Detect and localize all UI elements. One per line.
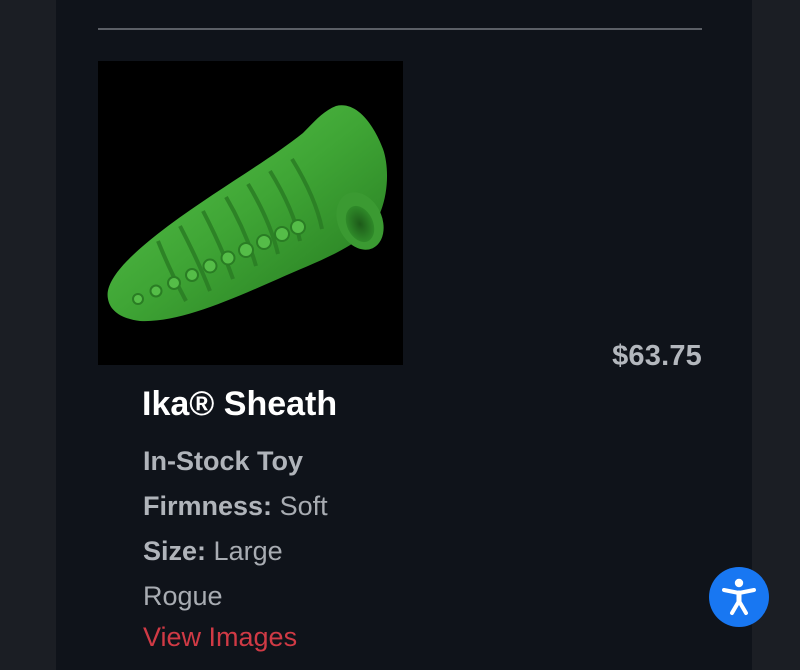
size-label: Size: [143, 536, 207, 566]
accessibility-person-icon [722, 578, 756, 615]
accessibility-button[interactable] [709, 567, 769, 627]
product-title[interactable]: Ika® Sheath [142, 385, 337, 424]
view-images-link[interactable]: View Images [143, 622, 297, 653]
firmness-label: Firmness: [143, 491, 273, 521]
green-tentacle-sheath-picture [107, 105, 388, 322]
size-value: Large [213, 536, 283, 566]
section-divider [98, 28, 702, 30]
firmness-row: Firmness: Soft [143, 491, 328, 522]
brand-name: Rogue [143, 581, 223, 611]
product-price: $63.75 [612, 340, 702, 372]
left-gutter [0, 0, 56, 670]
firmness-value: Soft [279, 491, 328, 521]
stock-status: In-Stock Toy [143, 446, 304, 476]
size-row: Size: Large [143, 536, 283, 567]
product-image[interactable] [98, 61, 403, 365]
